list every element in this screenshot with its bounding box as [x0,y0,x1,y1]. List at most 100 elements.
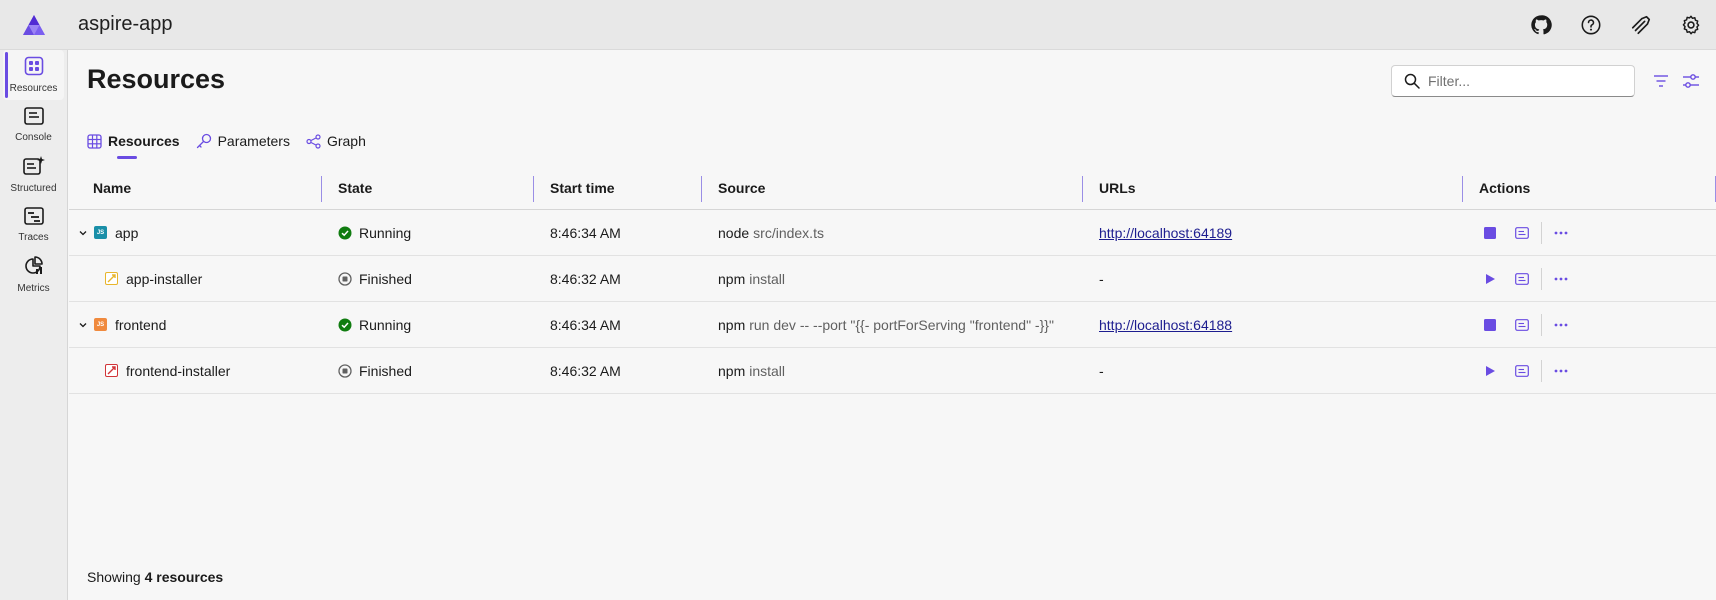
sidebar-item-label: Traces [18,232,49,243]
installer-resource-icon [105,272,118,285]
table-row[interactable]: JS frontend Running 8:46:34 AM npm run de… [69,302,1716,348]
resources-icon [24,56,44,81]
action-divider [1541,221,1542,244]
more-actions-icon[interactable] [1550,314,1572,336]
docs-icon[interactable] [1616,0,1666,50]
more-actions-icon[interactable] [1550,360,1572,382]
column-header-urls[interactable]: URLs [1083,166,1463,209]
sidebar-item-label: Structured [10,183,57,194]
chevron-down-icon[interactable] [77,319,89,331]
chevron-down-icon[interactable] [77,227,89,239]
filter-lines-icon[interactable] [1650,70,1672,92]
tab-resources[interactable]: Resources [87,126,180,159]
start-time: 8:46:32 AM [550,362,621,379]
js-resource-icon: JS [94,318,107,331]
endpoint-link[interactable]: http://localhost:64189 [1099,225,1232,241]
tab-list: Resources Parameters Graph [87,126,366,159]
tab-parameters[interactable]: Parameters [196,126,290,156]
tab-label: Parameters [217,133,290,149]
sidebar-item-label: Console [15,132,52,143]
endpoint-link[interactable]: http://localhost:64188 [1099,317,1232,333]
source-args: run dev -- --port "{{- portForServing "f… [749,316,1054,333]
start-button[interactable] [1479,360,1501,382]
resource-name[interactable]: frontend [115,317,166,333]
source-command: npm [718,270,746,287]
console-icon [23,107,44,130]
resource-count-summary: Showing 4 resources [87,569,223,585]
metrics-icon [24,256,44,281]
sidebar-item-structured[interactable]: Structured [0,150,67,200]
column-header-state[interactable]: State [322,166,534,209]
filter-input[interactable] [1428,73,1618,89]
column-header-actions[interactable]: Actions [1463,166,1716,209]
column-header-source[interactable]: Source [702,166,1083,209]
console-logs-button[interactable] [1511,222,1533,244]
filter-box[interactable] [1391,65,1635,97]
resource-name[interactable]: app-installer [126,271,202,287]
source-args: install [749,362,786,379]
sidebar-item-label: Resources [9,83,58,94]
column-header-name[interactable]: Name [69,166,322,209]
resources-table: Name State Start time Source URLs Action… [69,166,1716,394]
tab-label: Graph [326,133,366,149]
finished-stop-icon [338,363,352,378]
start-button[interactable] [1479,268,1501,290]
settings-icon[interactable] [1666,0,1716,50]
summary-prefix: Showing [87,569,141,585]
source-args: install [749,270,786,287]
aspire-logo-icon[interactable] [0,0,68,50]
table-row[interactable]: JS app Running 8:46:34 AM node src/index.… [69,210,1716,256]
resource-name[interactable]: frontend-installer [126,363,230,379]
summary-count: 4 resources [144,569,224,585]
sidebar-item-console[interactable]: Console [0,100,67,150]
start-time: 8:46:34 AM [550,224,621,241]
structured-icon [22,156,45,181]
sidebar-item-traces[interactable]: Traces [0,200,67,250]
sidebar-nav: Resources Console Structured Traces Metr… [0,50,68,600]
endpoint-empty: - [1099,362,1104,379]
traces-icon [23,207,44,230]
more-actions-icon[interactable] [1550,268,1572,290]
column-header-start-time[interactable]: Start time [534,166,702,209]
state-text: Running [359,224,412,241]
more-actions-icon[interactable] [1550,222,1572,244]
running-check-icon [338,226,352,240]
sidebar-item-resources[interactable]: Resources [3,50,64,100]
js-resource-icon: JS [94,226,107,239]
source-command: npm [718,362,746,379]
console-logs-button[interactable] [1511,360,1533,382]
state-text: Finished [359,270,412,287]
source-args: src/index.ts [753,224,824,241]
source-command: npm [718,316,746,333]
graph-icon [306,133,321,149]
tab-graph[interactable]: Graph [306,126,366,156]
grid-icon [87,133,102,149]
main-content: Resources Resources Parameters Gr [69,50,1716,600]
table-row[interactable]: frontend-installer Finished 8:46:32 AM n… [69,348,1716,394]
stop-button[interactable] [1479,314,1501,336]
start-time: 8:46:32 AM [550,270,621,287]
resource-name[interactable]: app [115,225,138,241]
column-options-icon[interactable] [1680,70,1702,92]
table-row[interactable]: app-installer Finished 8:46:32 AM npm ins… [69,256,1716,302]
help-icon[interactable] [1566,0,1616,50]
console-logs-button[interactable] [1511,268,1533,290]
state-text: Running [359,316,412,333]
finished-stop-icon [338,271,352,286]
running-check-icon [338,318,352,332]
tab-label: Resources [108,133,180,149]
github-icon[interactable] [1516,0,1566,50]
sidebar-item-label: Metrics [17,283,50,294]
console-logs-button[interactable] [1511,314,1533,336]
action-divider [1541,267,1542,290]
action-divider [1541,359,1542,382]
app-title[interactable]: aspire-app [78,13,173,36]
table-header: Name State Start time Source URLs Action… [69,166,1716,210]
page-title: Resources [87,64,226,94]
key-icon [196,133,212,149]
action-divider [1541,313,1542,336]
state-text: Finished [359,362,412,379]
sidebar-item-metrics[interactable]: Metrics [0,250,67,300]
stop-button[interactable] [1479,222,1501,244]
app-header: aspire-app [0,0,1716,50]
